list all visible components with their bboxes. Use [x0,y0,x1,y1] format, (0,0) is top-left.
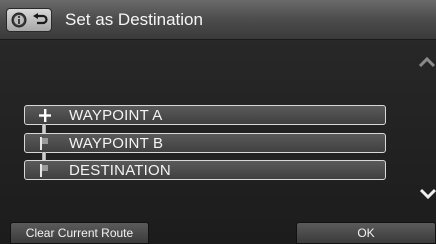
route-item-label: WAYPOINT B [69,135,164,152]
route-item-label: WAYPOINT A [69,107,163,124]
back-button[interactable] [6,8,52,32]
route-item-label: DESTINATION [69,162,171,179]
info-icon [11,12,27,28]
flag-icon [40,137,48,150]
return-arrow-icon [33,13,48,25]
set-destination-screen: Set as Destination WAYPOINT A WAYPOINT B… [0,0,436,244]
plus-icon [39,109,51,122]
route-item-waypoint-a[interactable]: WAYPOINT A [24,105,386,125]
chevron-down-icon[interactable] [418,187,436,201]
ok-button[interactable]: OK [296,222,436,244]
title-bar: Set as Destination [0,0,436,40]
route-item-waypoint-b[interactable]: WAYPOINT B [24,133,386,153]
chevron-up-icon[interactable] [417,55,436,69]
page-title: Set as Destination [65,10,203,29]
flag-icon [40,164,48,177]
route-item-destination[interactable]: DESTINATION [24,160,386,180]
clear-current-route-button[interactable]: Clear Current Route [10,222,149,244]
